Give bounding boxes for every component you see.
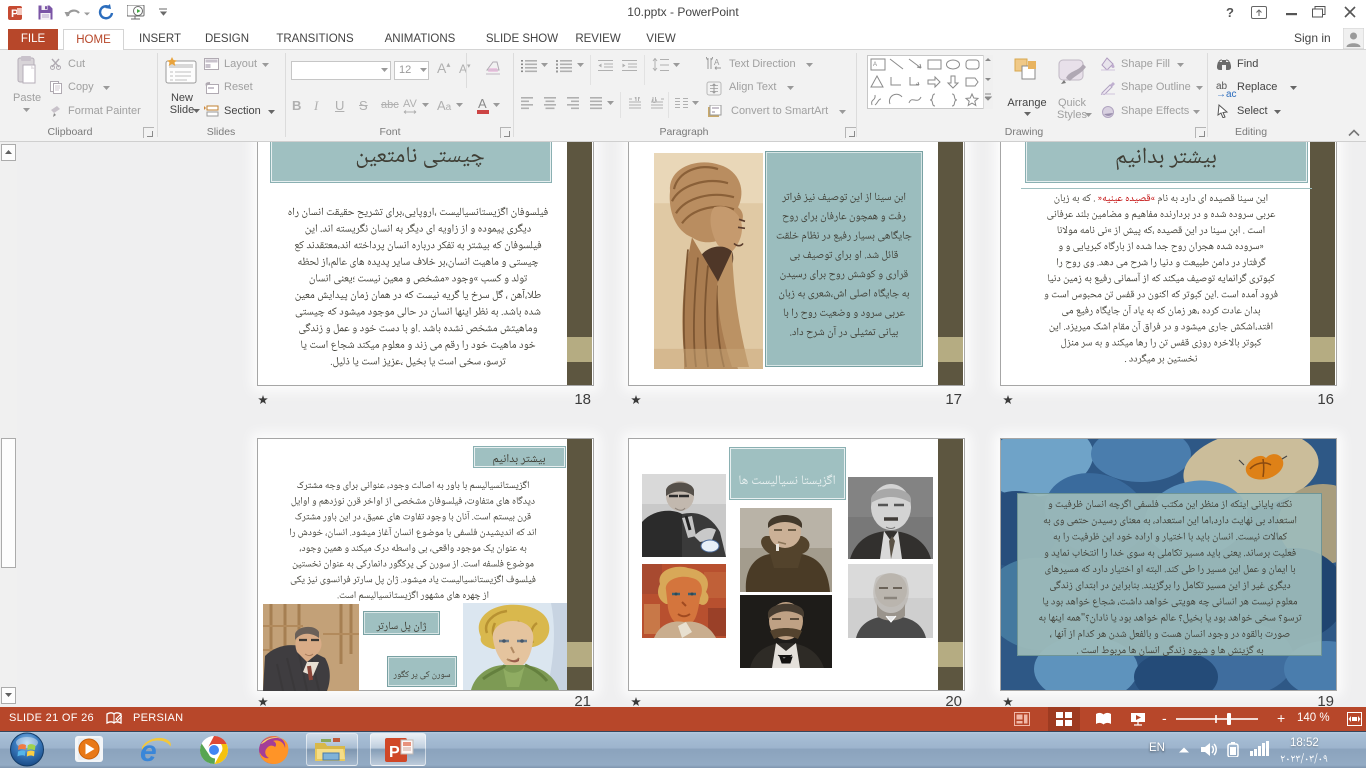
svg-text:A: A xyxy=(714,58,720,67)
svg-text:P: P xyxy=(389,744,400,761)
svg-text:A: A xyxy=(873,62,877,68)
